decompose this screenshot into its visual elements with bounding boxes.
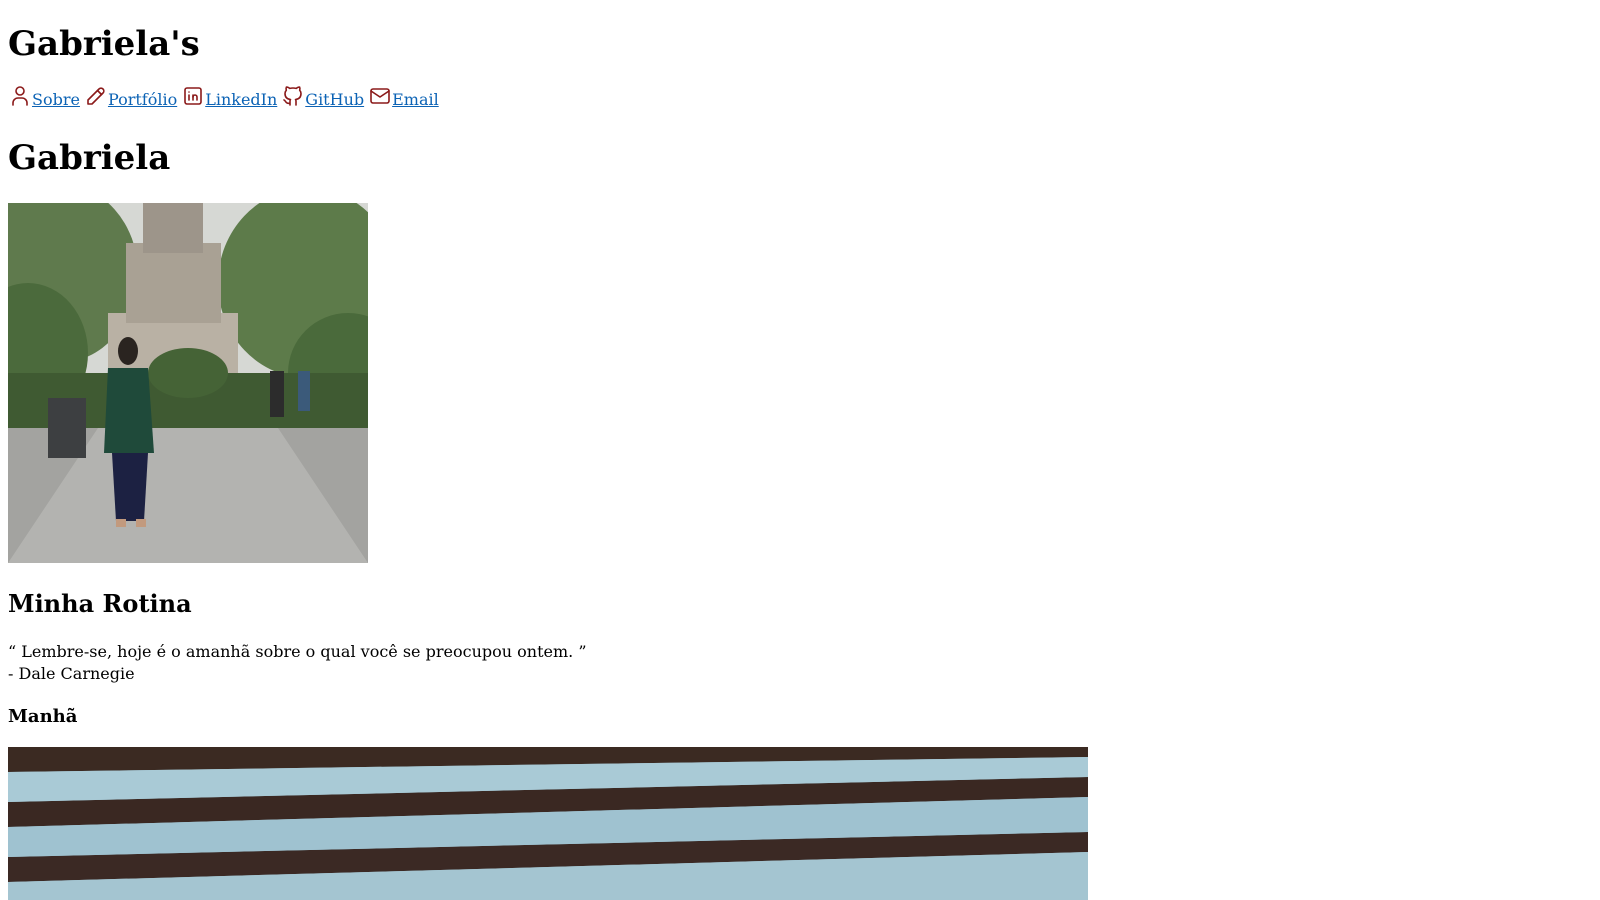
- profile-photo: [8, 203, 368, 563]
- section-title: Minha Rotina: [8, 589, 192, 618]
- nav-link-portfolio[interactable]: Portfólio: [84, 86, 177, 110]
- nav-link-label: Email: [392, 90, 439, 109]
- nav-link-github[interactable]: GitHub: [281, 86, 364, 110]
- nav-link-sobre[interactable]: Sobre: [8, 86, 80, 110]
- quote: “ Lembre-se, hoje é o amanhã sobre o qua…: [8, 641, 587, 685]
- person-icon: [8, 84, 32, 108]
- quote-author: - Dale Carnegie: [8, 664, 135, 683]
- nav-link-email[interactable]: Email: [368, 86, 439, 110]
- nav-link-label: Sobre: [32, 90, 80, 109]
- pencil-icon: [84, 84, 108, 108]
- mail-icon: [368, 84, 392, 108]
- site-title: Gabriela's: [8, 24, 200, 64]
- person-name: Gabriela: [8, 138, 171, 178]
- nav-link-linkedin[interactable]: LinkedIn: [181, 86, 277, 110]
- nav-link-label: Portfólio: [107, 90, 178, 109]
- github-icon: [281, 84, 305, 108]
- main-nav: Sobre Portfólio LinkedIn GitHub Email: [8, 86, 443, 110]
- quote-text: “ Lembre-se, hoje é o amanhã sobre o qua…: [8, 642, 587, 661]
- linkedin-icon: [181, 84, 205, 108]
- nav-link-label: GitHub: [305, 90, 365, 109]
- subsection-title: Manhã: [8, 706, 78, 727]
- nav-link-label: LinkedIn: [205, 90, 278, 109]
- morning-photo: [8, 747, 1088, 900]
